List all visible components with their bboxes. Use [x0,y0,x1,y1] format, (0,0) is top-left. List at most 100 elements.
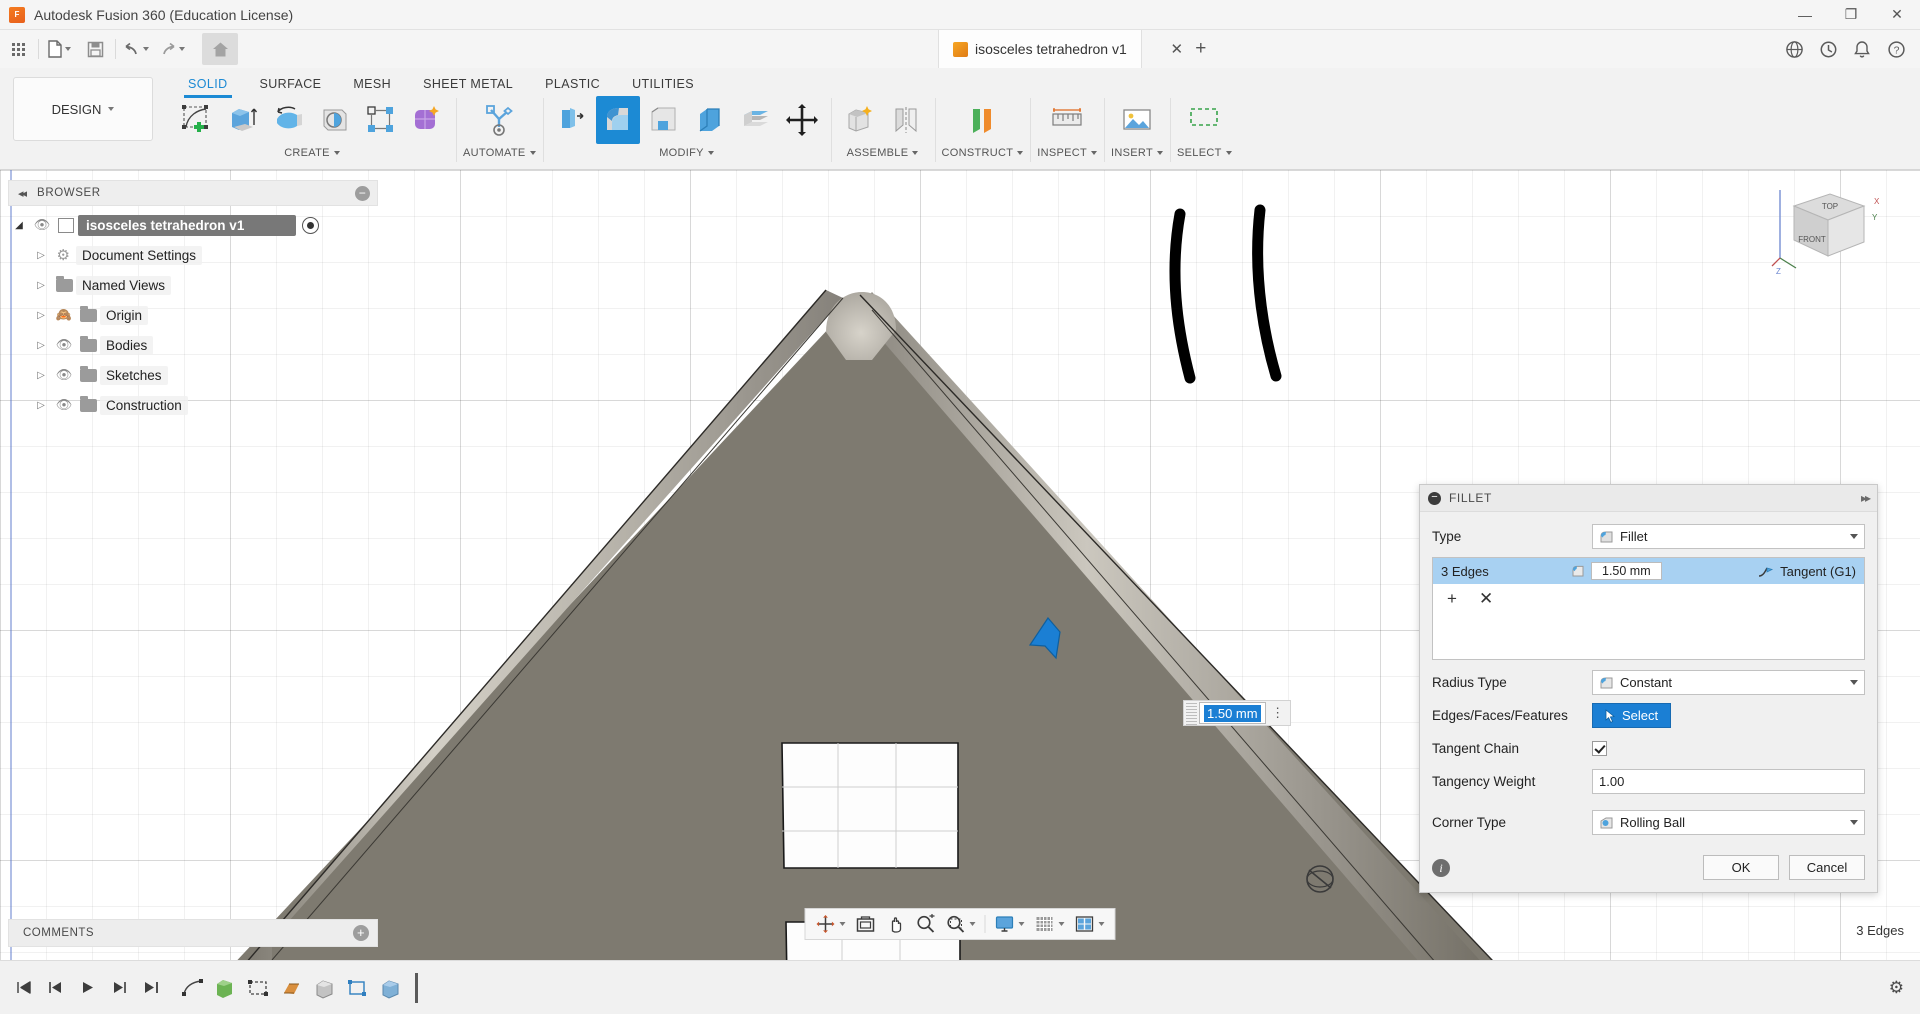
radius-input-box[interactable]: 1.50 mm [1199,702,1266,724]
timeline-marker[interactable] [415,973,418,1003]
extrude3-feature-icon[interactable] [376,974,406,1002]
chevron-down-icon[interactable] [1019,922,1025,926]
panel-label-create[interactable]: CREATE [284,144,340,162]
radius-input-value[interactable]: 1.50 mm [1204,705,1261,722]
panel-label-inspect[interactable]: INSPECT [1037,144,1097,162]
sketch3-feature-icon[interactable] [343,974,373,1002]
create-sketch-icon[interactable] [175,96,219,144]
revolve-icon[interactable] [267,96,311,144]
panel-label-select[interactable]: SELECT [1177,144,1232,162]
chevron-down-icon[interactable] [1099,922,1105,926]
view-cube[interactable]: TOP FRONT X Y Z [1764,182,1882,292]
info-icon[interactable]: i [1432,859,1450,877]
minimize-circle-icon[interactable]: − [355,186,370,201]
zoom-window-icon[interactable] [942,910,980,938]
add-tab-icon[interactable]: + [1188,38,1214,60]
tree-item-bodies[interactable]: ▷ 👁 Bodies [8,330,378,360]
new-file-icon[interactable] [41,33,77,65]
document-tab-close-icon[interactable]: ✕ [1166,40,1188,58]
selection-continuity-group[interactable]: Tangent (G1) [1758,564,1856,579]
tree-item-construction[interactable]: ▷ 👁 Construction [8,390,378,420]
new-component-icon[interactable] [838,96,882,144]
offset-plane-icon[interactable] [960,96,1004,144]
tree-item-root[interactable]: ◢ 👁 isosceles tetrahedron v1 [8,210,378,240]
play-icon[interactable] [72,973,102,1003]
orbit-icon[interactable] [812,910,850,938]
eye-off-icon[interactable]: 🙈 [52,307,76,323]
home-icon[interactable] [202,33,238,65]
chevron-down-icon[interactable] [840,922,846,926]
sketch-feature-icon[interactable] [178,974,208,1002]
automated-modeling-icon[interactable] [477,96,521,144]
expand-arrow-icon[interactable]: ◢ [8,220,30,231]
redo-icon[interactable] [154,33,190,65]
tangent-chain-checkbox[interactable] [1592,741,1607,756]
undo-icon[interactable] [118,33,154,65]
save-icon[interactable] [77,33,113,65]
viewports-icon[interactable] [1071,910,1109,938]
pan-icon[interactable] [882,910,910,938]
extrude2-feature-icon[interactable] [310,974,340,1002]
corner-type-dropdown[interactable]: Rolling Ball [1592,810,1865,835]
panel-label-insert[interactable]: INSERT [1111,144,1163,162]
3d-viewport[interactable]: ◂◂ BROWSER − ◢ 👁 isosceles tetrahedron v… [0,170,1920,960]
minimize-button[interactable]: — [1782,0,1828,30]
job-status-icon[interactable] [1812,33,1844,65]
tree-item-document-settings[interactable]: ▷ ⚙ Document Settings [8,240,378,270]
chevron-down-icon[interactable] [1850,534,1858,539]
pattern-icon[interactable] [359,96,403,144]
eye-icon[interactable]: 👁 [30,217,54,233]
zoom-icon[interactable] [912,910,940,938]
extensions-icon[interactable] [1778,33,1810,65]
look-at-icon[interactable] [852,910,880,938]
chevron-down-icon[interactable] [1850,680,1858,685]
display-settings-icon[interactable] [991,910,1029,938]
step-back-icon[interactable] [40,973,70,1003]
panel-label-automate[interactable]: AUTOMATE [463,144,536,162]
chevron-down-icon[interactable] [143,47,149,51]
extrude-feature-icon[interactable] [211,974,241,1002]
bell-icon[interactable] [1846,33,1878,65]
ok-button[interactable]: OK [1703,855,1779,880]
workspace-switcher[interactable]: DESIGN [13,77,153,141]
chevron-down-icon[interactable] [1850,820,1858,825]
select-window-icon[interactable] [1182,96,1226,144]
remove-selection-icon[interactable]: ✕ [1479,589,1493,609]
sketch2-feature-icon[interactable] [244,974,274,1002]
canvas-radius-input[interactable]: 1.50 mm ⋮ [1183,700,1291,726]
expand-arrow-icon[interactable]: ▷ [30,370,52,381]
extrude-icon[interactable] [221,96,265,144]
panel-label-construct[interactable]: CONSTRUCT [942,144,1024,162]
shell-icon[interactable] [688,96,732,144]
chamfer-icon[interactable] [642,96,686,144]
insert-image-icon[interactable] [1115,96,1159,144]
expand-arrow-icon[interactable]: ▷ [30,340,52,351]
maximize-button[interactable]: ❐ [1828,0,1874,30]
step-forward-icon[interactable] [104,973,134,1003]
comments-panel[interactable]: COMMENTS + [8,919,378,947]
fillet-icon[interactable] [596,96,640,144]
tree-item-sketches[interactable]: ▷ 👁 Sketches [8,360,378,390]
cancel-button[interactable]: Cancel [1789,855,1865,880]
eye-icon[interactable]: 👁 [52,337,76,353]
form-icon[interactable] [405,96,449,144]
move-copy-icon[interactable] [780,96,824,144]
collapse-left-icon[interactable]: ◂◂ [18,187,25,200]
type-dropdown[interactable]: Fillet [1592,524,1865,549]
expand-arrow-icon[interactable]: ▷ [30,280,52,291]
press-pull-icon[interactable] [550,96,594,144]
grid-snaps-icon[interactable] [1031,910,1069,938]
close-button[interactable]: ✕ [1874,0,1920,30]
sweep-icon[interactable] [313,96,357,144]
radius-type-dropdown[interactable]: Constant [1592,670,1865,695]
tree-item-named-views[interactable]: ▷ Named Views [8,270,378,300]
eye-icon[interactable]: 👁 [52,397,76,413]
timeline-settings-icon[interactable]: ⚙ [1889,978,1904,998]
loft-feature-icon[interactable] [277,974,307,1002]
chevron-down-icon[interactable] [179,47,185,51]
measure-icon[interactable] [1045,96,1089,144]
skip-end-icon[interactable] [136,973,166,1003]
panel-label-modify[interactable]: MODIFY [659,144,714,162]
eye-icon[interactable]: 👁 [52,367,76,383]
add-comment-icon[interactable]: + [353,925,369,941]
